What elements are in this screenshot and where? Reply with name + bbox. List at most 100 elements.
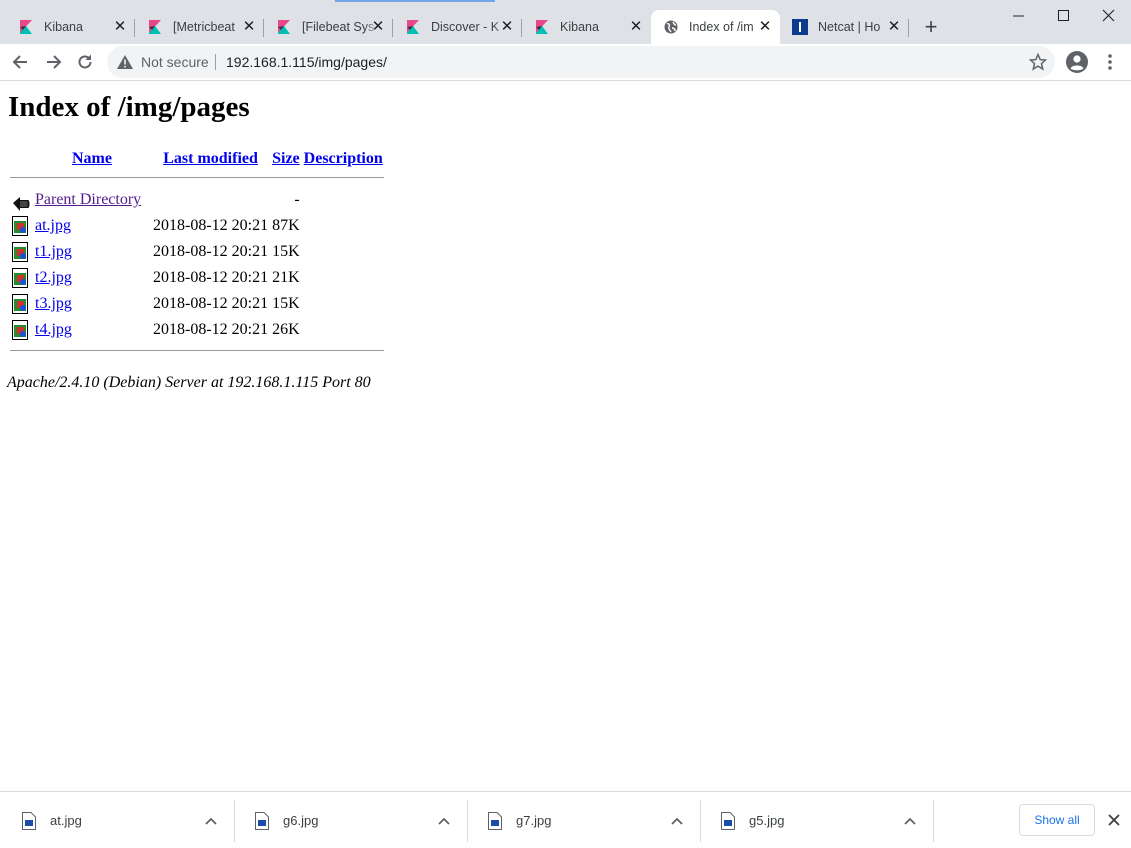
kibana-icon — [534, 19, 550, 35]
minimize-button[interactable] — [995, 4, 1041, 28]
table-row: Parent Directory - — [10, 188, 384, 212]
chevron-up-icon[interactable] — [204, 814, 218, 828]
server-signature: Apache/2.4.10 (Debian) Server at 192.168… — [7, 374, 371, 391]
tab-filebeat[interactable]: [Filebeat Sys ✕ — [264, 10, 393, 44]
chevron-up-icon[interactable] — [670, 814, 684, 828]
close-tab-icon[interactable]: ✕ — [628, 19, 644, 35]
close-tab-icon[interactable]: ✕ — [499, 19, 515, 35]
image-file-icon — [12, 216, 28, 236]
file-size: 87K — [272, 217, 300, 234]
image-file-icon — [12, 242, 28, 262]
address-bar[interactable]: Not secure 192.168.1.115/img/pages/ — [107, 46, 1055, 78]
sort-by-size-link[interactable]: Size — [272, 150, 300, 167]
tab-kibana-2[interactable]: Kibana ✕ — [522, 10, 651, 44]
tab-title: Kibana — [44, 20, 83, 34]
new-tab-button[interactable]: + — [920, 16, 942, 38]
close-tab-icon[interactable]: ✕ — [241, 19, 257, 35]
image-file-icon — [721, 812, 735, 830]
download-filename: g5.jpg — [749, 813, 785, 828]
image-file-icon — [12, 268, 28, 288]
close-tab-icon[interactable]: ✕ — [370, 19, 386, 35]
close-tab-icon[interactable]: ✕ — [757, 19, 773, 35]
maximize-button[interactable] — [1041, 4, 1087, 28]
kibana-icon — [405, 19, 421, 35]
globe-icon — [663, 19, 679, 35]
more-menu-icon[interactable] — [1102, 52, 1118, 72]
table-row: t2.jpg 2018-08-12 20:21 21K — [10, 266, 384, 290]
download-filename: g6.jpg — [283, 813, 319, 828]
table-row: t3.jpg 2018-08-12 20:21 15K — [10, 292, 384, 316]
image-file-icon — [12, 294, 28, 314]
image-file-icon — [488, 812, 502, 830]
tab-discover[interactable]: Discover - K ✕ — [393, 10, 522, 44]
page-title: Index of /img/pages — [8, 91, 250, 123]
sort-by-description-link[interactable]: Description — [304, 150, 383, 167]
show-all-downloads-button[interactable]: Show all — [1019, 804, 1095, 836]
download-shelf: at.jpg g6.jpg g7.jpg g5.jpg Show all — [0, 791, 1131, 848]
download-item[interactable]: g7.jpg — [468, 798, 701, 844]
tab-title: Index of /im — [689, 20, 754, 34]
download-item[interactable]: g6.jpg — [235, 798, 468, 844]
close-icon[interactable] — [1106, 812, 1122, 828]
image-file-icon — [12, 320, 28, 340]
browser-toolbar: Not secure 192.168.1.115/img/pages/ — [0, 44, 1131, 81]
file-link[interactable]: t2.jpg — [35, 269, 72, 286]
tab-title: Netcat | Ho — [818, 20, 881, 34]
table-row: t4.jpg 2018-08-12 20:21 26K — [10, 318, 384, 342]
forward-button[interactable] — [43, 52, 63, 72]
file-size: 26K — [272, 321, 300, 338]
file-modified: 2018-08-12 20:21 — [153, 269, 269, 286]
tab-netcat[interactable]: Netcat | Ho ✕ — [780, 10, 909, 44]
table-row: at.jpg 2018-08-12 20:21 87K — [10, 214, 384, 238]
table-row: t1.jpg 2018-08-12 20:21 15K — [10, 240, 384, 264]
page-content: Index of /img/pages Name Last modified S… — [0, 81, 1131, 791]
tab-metricbeat[interactable]: [Metricbeat ✕ — [135, 10, 264, 44]
file-link[interactable]: at.jpg — [35, 217, 71, 234]
file-modified: 2018-08-12 20:21 — [153, 217, 269, 234]
kibana-icon — [18, 19, 34, 35]
download-item[interactable]: at.jpg — [2, 798, 235, 844]
url-text[interactable]: 192.168.1.115/img/pages/ — [226, 54, 387, 70]
file-link[interactable]: t4.jpg — [35, 321, 72, 338]
back-folder-icon — [13, 197, 30, 211]
download-item[interactable]: g5.jpg — [701, 798, 934, 844]
divider-line — [10, 177, 384, 178]
tab-title: [Filebeat Sys — [302, 20, 375, 34]
tab-title: Discover - K — [431, 20, 500, 34]
warning-icon[interactable] — [117, 55, 133, 69]
tab-index-of[interactable]: Index of /im ✕ — [651, 10, 780, 44]
sort-by-modified-link[interactable]: Last modified — [163, 150, 258, 167]
sort-by-name-link[interactable]: Name — [72, 150, 112, 167]
file-size: - — [294, 191, 300, 208]
back-button[interactable] — [11, 52, 31, 72]
close-tab-icon[interactable]: ✕ — [112, 19, 128, 35]
file-modified: 2018-08-12 20:21 — [153, 295, 269, 312]
close-tab-icon[interactable]: ✕ — [886, 19, 902, 35]
divider-line — [10, 350, 384, 351]
profile-avatar-icon[interactable] — [1066, 51, 1088, 73]
download-filename: g7.jpg — [516, 813, 552, 828]
image-file-icon — [22, 812, 36, 830]
close-window-button[interactable] — [1085, 4, 1131, 28]
taskbar-peek-line — [335, 0, 495, 2]
bookmark-star-icon[interactable] — [1028, 52, 1048, 71]
reload-button[interactable] — [75, 52, 95, 72]
parent-directory-link[interactable]: Parent Directory — [35, 191, 141, 208]
kibana-icon — [147, 19, 163, 35]
file-size: 21K — [272, 269, 300, 286]
tab-kibana-1[interactable]: Kibana ✕ — [6, 10, 135, 44]
file-modified: 2018-08-12 20:21 — [153, 243, 269, 260]
file-link[interactable]: t3.jpg — [35, 295, 72, 312]
security-status[interactable]: Not secure — [141, 54, 209, 70]
file-link[interactable]: t1.jpg — [35, 243, 72, 260]
tab-title: Kibana — [560, 20, 599, 34]
file-size: 15K — [272, 243, 300, 260]
netcat-icon — [792, 19, 808, 35]
header-row: Name Last modified Size Description — [10, 149, 384, 169]
file-modified: 2018-08-12 20:21 — [153, 321, 269, 338]
chevron-up-icon[interactable] — [437, 814, 451, 828]
image-file-icon — [255, 812, 269, 830]
chevron-up-icon[interactable] — [903, 814, 917, 828]
directory-listing: Name Last modified Size Description Pare… — [8, 147, 386, 353]
download-filename: at.jpg — [50, 813, 82, 828]
